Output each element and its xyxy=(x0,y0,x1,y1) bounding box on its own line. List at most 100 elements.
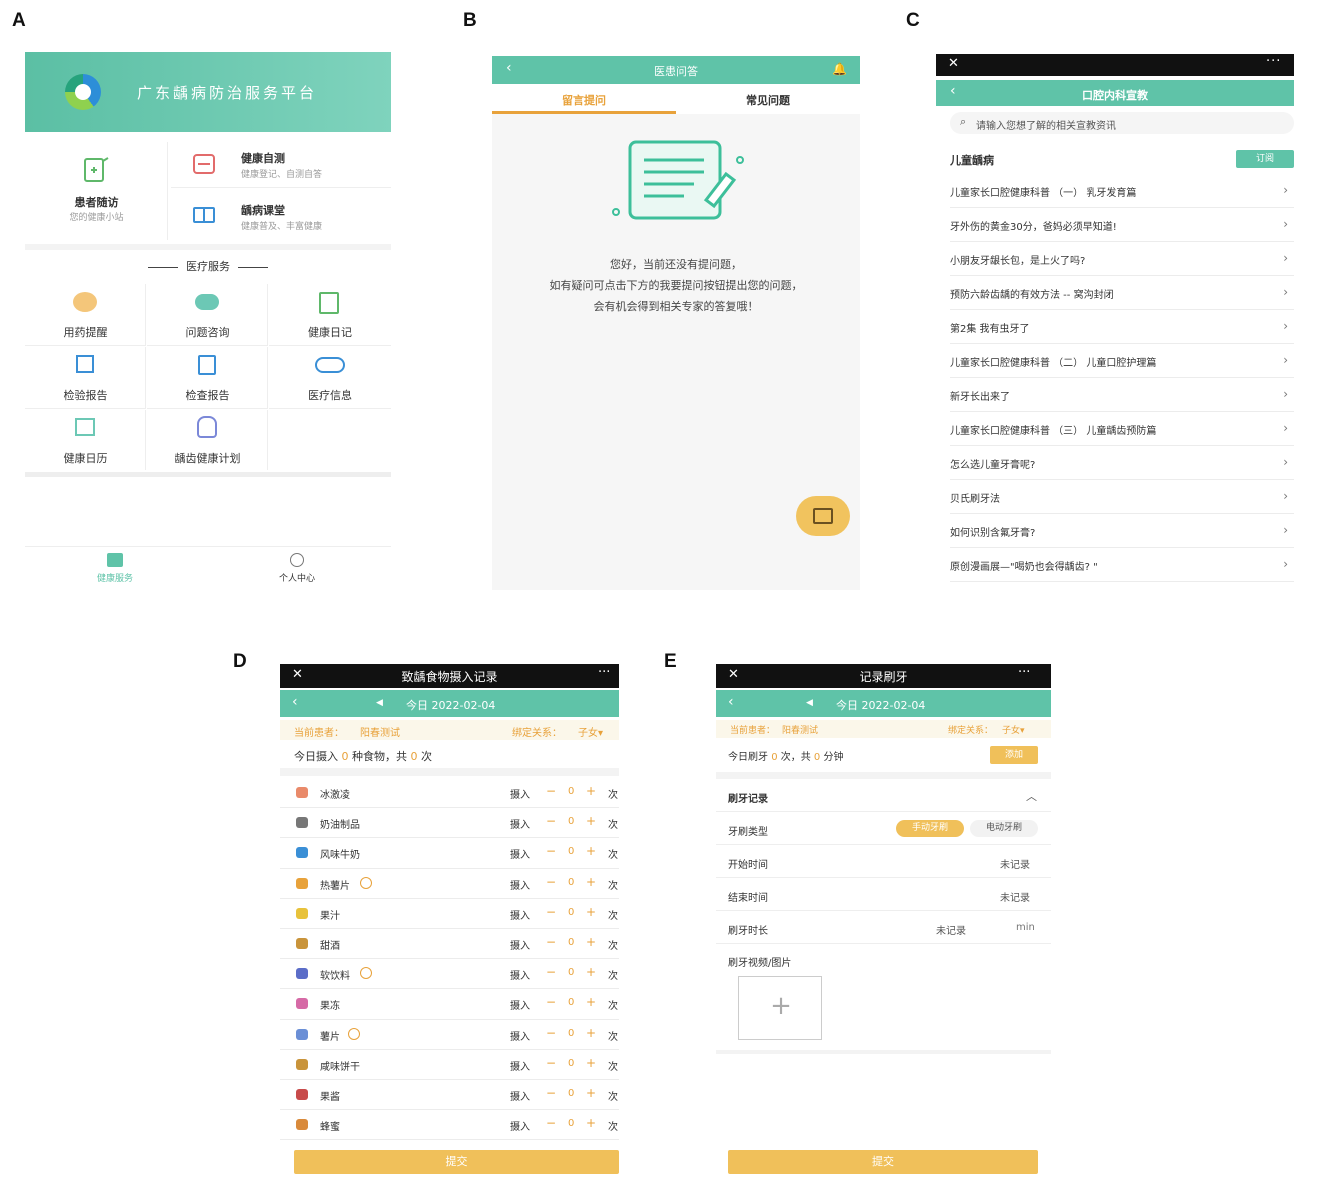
followup-card[interactable]: 患者随访 您的健康小站 xyxy=(25,142,168,240)
subscribe-button[interactable]: 订阅 xyxy=(1236,150,1294,168)
article-item[interactable]: 新牙长出来了 › xyxy=(950,378,1294,412)
decrement-button[interactable]: − xyxy=(546,1026,556,1040)
decrement-button[interactable]: − xyxy=(546,844,556,858)
brushing-record-header[interactable]: 刷牙记录 ︿ xyxy=(716,780,1051,812)
grid-item-exam-report[interactable]: 检查报告 xyxy=(147,347,268,409)
back-icon[interactable]: ‹ xyxy=(728,694,734,710)
grid-item-calendar[interactable]: 健康日历 xyxy=(25,410,146,470)
food-name: 风味牛奶 xyxy=(320,850,360,862)
article-item[interactable]: 小朋友牙龈长包，是上火了吗? › xyxy=(950,242,1294,276)
message-line: 会有机会得到相关专家的答复哦！ xyxy=(593,300,759,313)
grid-item-diary[interactable]: 健康日记 xyxy=(269,284,391,346)
increment-button[interactable]: + xyxy=(586,1026,596,1040)
article-item[interactable]: 儿童家长口腔健康科普 （三） 儿童龋齿预防篇 › xyxy=(950,412,1294,446)
article-item[interactable]: 预防六龄齿龋的有效方法 -- 窝沟封闭 › xyxy=(950,276,1294,310)
article-item[interactable]: 如何识别含氟牙膏? › xyxy=(950,514,1294,548)
user-icon xyxy=(290,553,304,567)
article-item[interactable]: 第2集 我有虫牙了 › xyxy=(950,310,1294,344)
end-time-row[interactable]: 结束时间 未记录 xyxy=(716,878,1051,911)
decrement-button[interactable]: − xyxy=(546,784,556,798)
article-title: 第2集 我有虫牙了 xyxy=(950,324,1030,335)
increment-button[interactable]: + xyxy=(586,1116,596,1130)
chevron-right-icon: › xyxy=(1283,489,1288,503)
chat-icon xyxy=(195,294,219,310)
submit-button[interactable]: 提交 xyxy=(294,1150,619,1174)
grid-item-medication[interactable]: 用药提醒 xyxy=(25,284,146,346)
search-input[interactable]: ⌕ 请输入您想了解的相关宣教资讯 xyxy=(950,112,1294,134)
info-icon[interactable] xyxy=(348,1027,360,1040)
manual-brush-option[interactable]: 手动牙刷 xyxy=(896,820,964,837)
decrement-button[interactable]: − xyxy=(546,935,556,949)
decrement-button[interactable]: − xyxy=(546,1086,556,1100)
self-test-subtitle: 健康登记、自测自答 xyxy=(241,170,323,180)
relation-select[interactable]: 子女▾ xyxy=(578,724,603,739)
grid-item-consult[interactable]: 问题咨询 xyxy=(147,284,268,346)
grid-item-medical-info[interactable]: 医疗信息 xyxy=(269,347,391,409)
panel-d-food-intake: ✕ 致龋食物摄入记录 ··· ‹ ◀ 今日 2022-02-04 当前患者： 阳… xyxy=(280,664,619,1176)
upload-media-button[interactable]: + xyxy=(738,976,822,1040)
increment-button[interactable]: + xyxy=(586,814,596,828)
grid-item-lab-report[interactable]: 检验报告 xyxy=(25,347,146,409)
food-name: 冰激凌 xyxy=(320,790,350,801)
article-item[interactable]: 儿童家长口腔健康科普 （二） 儿童口腔护理篇 › xyxy=(950,344,1294,378)
increment-button[interactable]: + xyxy=(586,905,596,919)
intake-unit: 次 xyxy=(608,940,618,952)
summary-text: 今日刷牙 xyxy=(728,752,772,763)
article-item[interactable]: 原创漫画展—"喝奶也会得龋齿? " › xyxy=(950,548,1294,582)
relation-select[interactable]: 子女▾ xyxy=(1002,723,1025,736)
back-icon[interactable]: ‹ xyxy=(292,694,298,710)
prev-day-icon[interactable]: ◀ xyxy=(376,698,383,708)
increment-button[interactable]: + xyxy=(586,784,596,798)
intake-count: 0 xyxy=(568,1057,575,1069)
platform-logo xyxy=(65,74,101,110)
increment-button[interactable]: + xyxy=(586,935,596,949)
electric-brush-option[interactable]: 电动牙刷 xyxy=(970,820,1038,837)
increment-button[interactable]: + xyxy=(586,844,596,858)
chevron-up-icon[interactable]: ︿ xyxy=(1026,788,1037,804)
info-icon[interactable] xyxy=(360,967,372,980)
tab-ask[interactable]: 留言提问 xyxy=(492,92,676,108)
grid-item-dental-plan[interactable]: 龋齿健康计划 xyxy=(147,410,268,470)
food-icon xyxy=(296,937,308,949)
article-item[interactable]: 贝氏刷牙法 › xyxy=(950,480,1294,514)
start-time-row[interactable]: 开始时间 未记录 xyxy=(716,845,1051,878)
decrement-button[interactable]: − xyxy=(546,1056,556,1070)
intake-label: 摄入 xyxy=(510,1061,530,1073)
submit-button[interactable]: 提交 xyxy=(728,1150,1038,1174)
increment-button[interactable]: + xyxy=(586,965,596,979)
prev-day-icon[interactable]: ◀ xyxy=(806,698,813,708)
intake-unit: 次 xyxy=(608,1031,618,1043)
article-item[interactable]: 怎么选儿童牙膏呢? › xyxy=(950,446,1294,480)
increment-button[interactable]: + xyxy=(586,1086,596,1100)
more-icon[interactable]: ··· xyxy=(1018,665,1030,680)
duration-value[interactable]: 未记录 xyxy=(936,922,966,937)
decrement-button[interactable]: − xyxy=(546,905,556,919)
ask-question-button[interactable] xyxy=(796,496,850,536)
increment-button[interactable]: + xyxy=(586,995,596,1009)
more-icon[interactable]: ··· xyxy=(1266,54,1281,69)
tab-faq[interactable]: 常见问题 xyxy=(676,92,860,108)
intake-count: 0 xyxy=(568,846,575,858)
self-test-card[interactable]: 健康自测 健康登记、自测自答 xyxy=(171,142,391,188)
bell-icon[interactable]: 🔔 xyxy=(832,62,847,76)
nav-personal-center[interactable]: 个人中心 xyxy=(247,553,347,584)
decrement-button[interactable]: − xyxy=(546,1116,556,1130)
food-icon xyxy=(296,847,308,859)
decrement-button[interactable]: − xyxy=(546,875,556,889)
increment-button[interactable]: + xyxy=(586,875,596,889)
article-item[interactable]: 儿童家长口腔健康科普 （一） 乳牙发育篇 › xyxy=(950,174,1294,208)
food-name: 奶油制品 xyxy=(320,820,360,832)
more-icon[interactable]: ··· xyxy=(598,665,610,680)
food-name: 咸味饼干 xyxy=(320,1061,360,1073)
add-button[interactable]: 添加 xyxy=(990,746,1038,764)
decrement-button[interactable]: − xyxy=(546,965,556,979)
classroom-card[interactable]: 龋病课堂 健康普及、丰富健康 xyxy=(171,192,391,240)
decrement-button[interactable]: − xyxy=(546,995,556,1009)
close-icon[interactable]: ✕ xyxy=(948,56,959,71)
increment-button[interactable]: + xyxy=(586,1056,596,1070)
article-item[interactable]: 牙外伤的黄金30分，爸妈必须早知道! › xyxy=(950,208,1294,242)
decrement-button[interactable]: − xyxy=(546,814,556,828)
nav-health-service[interactable]: 健康服务 xyxy=(65,553,165,584)
grid-label: 用药提醒 xyxy=(63,326,108,339)
info-icon[interactable] xyxy=(360,876,372,889)
